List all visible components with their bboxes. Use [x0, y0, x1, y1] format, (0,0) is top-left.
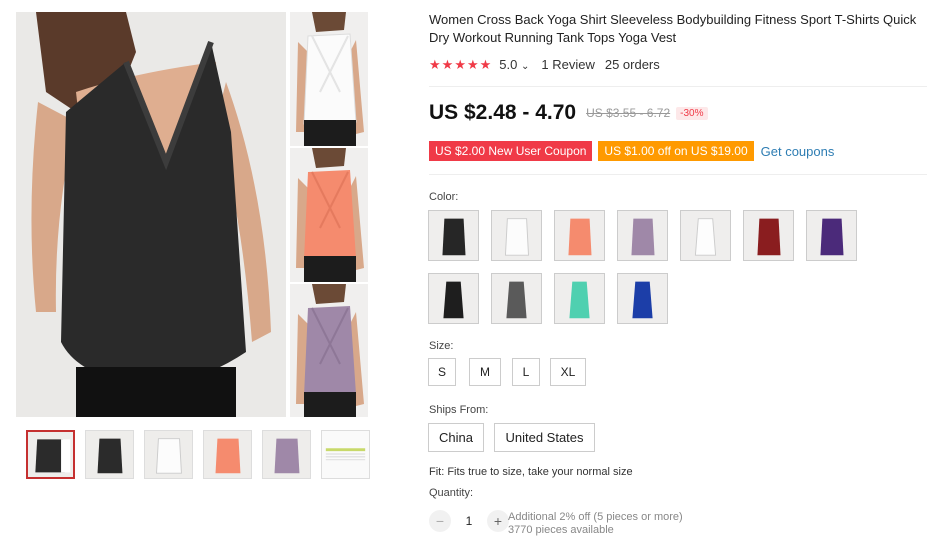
coupon-row: US $2.00 New User Coupon US $1.00 off on…: [429, 141, 834, 161]
size-option-m[interactable]: M: [469, 358, 501, 386]
gray-racer-tank-swatch-image: [492, 274, 541, 323]
color-swatch-burgundy[interactable]: [743, 210, 794, 261]
chevron-down-icon: ⌄: [520, 61, 530, 72]
rating-value[interactable]: 5.0 ⌄: [499, 57, 529, 72]
thumbnail-3[interactable]: [144, 430, 193, 479]
coral-tank-swatch-image: [555, 211, 604, 260]
thumbnail-1[interactable]: [26, 430, 75, 479]
ships-from-china[interactable]: China: [428, 423, 484, 452]
mint-racer-tank-swatch-image: [555, 274, 604, 323]
rating-row: ★ ★ ★ ★ ★ 5.0 ⌄ 1 Review 25 orders: [429, 57, 660, 72]
original-price: US $3.55 - 6.72: [586, 106, 671, 120]
size-chart-thumb-image: [322, 431, 369, 478]
size-label: Size:: [429, 340, 454, 352]
thumbnail-4[interactable]: [203, 430, 252, 479]
reviews-link[interactable]: 1 Review: [541, 57, 594, 72]
color-swatch-white-racer[interactable]: [680, 210, 731, 261]
divider: [429, 86, 927, 87]
new-user-coupon[interactable]: US $2.00 New User Coupon: [429, 141, 593, 161]
size-option-s[interactable]: S: [428, 358, 456, 386]
color-swatch-lavender[interactable]: [617, 210, 668, 261]
main-product-image[interactable]: [16, 12, 286, 417]
white-tank-swatch-image: [492, 211, 541, 260]
thumbnail-2[interactable]: [85, 430, 134, 479]
color-swatch-white[interactable]: [491, 210, 542, 261]
white-tank-thumb-image: [145, 431, 192, 478]
quantity-label: Quantity:: [429, 487, 474, 499]
black-tank-swatch-image: [429, 211, 478, 260]
lavender-tank-thumb-image: [263, 431, 310, 478]
color-swatch-mint-racer[interactable]: [554, 273, 605, 324]
size-option-l[interactable]: L: [512, 358, 540, 386]
color-swatch-royal-blue-racer[interactable]: [617, 273, 668, 324]
color-swatch-purple[interactable]: [806, 210, 857, 261]
black-racer-tank-swatch-image: [429, 274, 478, 323]
star-icon: ★: [454, 57, 466, 72]
white-racer-tank-swatch-image: [681, 211, 730, 260]
star-icon: ★: [429, 57, 441, 72]
ships-from-united-states[interactable]: United States: [494, 423, 595, 452]
color-swatch-black[interactable]: [428, 210, 479, 261]
store-coupon[interactable]: US $1.00 off on US $19.00: [598, 141, 754, 161]
white-tank-image: [290, 12, 368, 146]
coral-tank-image: [290, 148, 368, 282]
thumbnail-6[interactable]: [321, 430, 370, 479]
thumbnail-5[interactable]: [262, 430, 311, 479]
purple-tank-swatch-image: [807, 211, 856, 260]
current-price: US $2.48 - 4.70: [429, 101, 577, 124]
size-option-xl[interactable]: XL: [550, 358, 586, 386]
color-label: Color:: [429, 191, 459, 203]
color-swatch-gray-racer[interactable]: [491, 273, 542, 324]
divider: [429, 174, 927, 175]
rating-stars: ★ ★ ★ ★ ★: [429, 58, 491, 71]
side-image-white[interactable]: [290, 12, 368, 146]
star-icon: ★: [479, 57, 492, 72]
discount-badge: -30%: [676, 106, 708, 120]
quantity-input[interactable]: 1: [451, 514, 487, 528]
side-image-coral[interactable]: [290, 148, 368, 282]
color-swatch-coral[interactable]: [554, 210, 605, 261]
get-coupons-link[interactable]: Get coupons: [761, 144, 835, 159]
orders-count: 25 orders: [604, 57, 660, 72]
thumbnail-strip: [26, 430, 370, 479]
black-tank-back-view-image: [16, 12, 286, 417]
side-image-lavender[interactable]: [290, 284, 368, 417]
black-tank-thumb-image: [28, 432, 73, 477]
quantity-note: Additional 2% off (5 pieces or more) 377…: [508, 511, 683, 537]
stock-available-note: 3770 pieces available: [508, 524, 614, 536]
fit-note: Fit: Fits true to size, take your normal…: [429, 466, 633, 478]
star-icon: ★: [441, 57, 454, 72]
color-swatch-black-racer[interactable]: [428, 273, 479, 324]
burgundy-tank-swatch-image: [744, 211, 793, 260]
lavender-tank-swatch-image: [618, 211, 667, 260]
quantity-increase-button[interactable]: +: [487, 510, 509, 532]
product-title: Women Cross Back Yoga Shirt Sleeveless B…: [429, 12, 917, 45]
coral-tank-thumb-image: [204, 431, 251, 478]
bulk-discount-note: Additional 2% off (5 pieces or more): [508, 511, 683, 523]
ships-from-label: Ships From:: [429, 404, 489, 416]
black-tank-thumb-image: [86, 431, 133, 478]
quantity-decrease-button[interactable]: −: [429, 510, 451, 532]
royal-blue-racer-tank-swatch-image: [618, 274, 667, 323]
lavender-tank-image: [290, 284, 368, 417]
price-row: US $2.48 - 4.70 US $3.55 - 6.72 -30%: [429, 101, 708, 125]
star-icon: ★: [466, 57, 479, 72]
quantity-stepper: − 1 +: [429, 510, 509, 532]
